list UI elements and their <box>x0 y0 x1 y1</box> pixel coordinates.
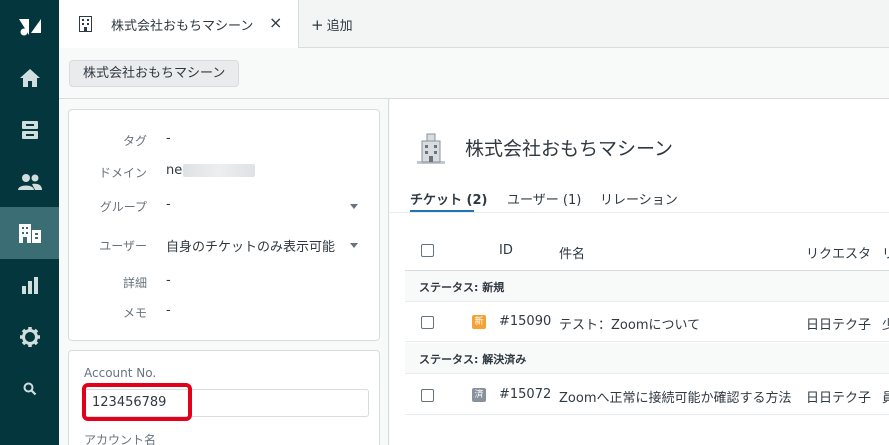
admin-gear-icon[interactable] <box>0 311 59 363</box>
tab-title: 株式会社おもちマシーン <box>111 19 254 34</box>
field-value: - <box>166 303 171 318</box>
ticket-requester: 日日テク子 <box>806 391 872 406</box>
organizations-icon[interactable] <box>0 207 59 259</box>
field-domain[interactable]: ドメイン ne <box>69 160 381 184</box>
plus-icon: + <box>311 16 324 34</box>
breadcrumb: 株式会社おもちマシーン <box>59 48 889 99</box>
table-row[interactable]: 済 #15072 Zoomへ正常に接続可能か確認する方法 日日テク子 員 <box>405 375 889 415</box>
field-tags[interactable]: タグ - <box>69 128 381 152</box>
domain-visible-text: ne <box>166 163 183 178</box>
field-value: ne <box>166 163 256 178</box>
column-requester[interactable]: リクエスタ <box>806 243 871 262</box>
group-label: ステータス: 新規 <box>419 281 505 294</box>
redacted-blur <box>183 164 256 177</box>
chevron-down-icon[interactable] <box>350 243 358 248</box>
table-header: ID 件名 リクエスタ リ <box>405 231 889 271</box>
organization-properties-panel: タグ - ドメイン ne グループ - ユーザー 自身のチケットのみ表示可能 詳… <box>59 99 389 445</box>
select-all-checkbox[interactable] <box>421 244 434 257</box>
views-icon[interactable] <box>0 104 59 156</box>
page-title: 株式会社おもちマシーン <box>465 138 674 160</box>
organization-main: 株式会社おもちマシーン チケット (2) ユーザー (1) リレーション ID … <box>390 99 889 445</box>
column-id[interactable]: ID <box>499 243 513 258</box>
field-value: - <box>166 273 171 288</box>
ticket-id: #15072 <box>499 387 552 402</box>
add-tab-label: 追加 <box>326 19 353 34</box>
field-label: タグ <box>122 134 147 148</box>
field-notes[interactable]: メモ - <box>69 300 381 324</box>
tab-organization[interactable]: 株式会社おもちマシーン × <box>59 0 299 48</box>
customers-icon[interactable] <box>0 156 59 208</box>
group-header-new: ステータス: 新規 <box>405 271 889 302</box>
field-value: - <box>166 131 171 146</box>
status-badge: 新 <box>472 315 486 329</box>
ticket-subject[interactable]: テスト：Zoomについて <box>559 314 700 333</box>
zendesk-logo[interactable] <box>0 0 59 52</box>
tabs-divider <box>390 212 889 213</box>
field-group[interactable]: グループ - <box>69 194 381 218</box>
ticket-subject[interactable]: Zoomへ正常に接続可能か確認する方法 <box>559 387 791 406</box>
add-tab-button[interactable]: + 追加 <box>311 15 353 34</box>
field-users[interactable]: ユーザー 自身のチケットのみ表示可能 <box>69 233 381 257</box>
left-nav <box>0 0 59 445</box>
tab-users[interactable]: ユーザー (1) <box>507 189 581 208</box>
org-fields-card: タグ - ドメイン ne グループ - ユーザー 自身のチケットのみ表示可能 詳… <box>68 109 380 341</box>
column-truncated[interactable]: リ <box>882 243 889 262</box>
field-details[interactable]: 詳細 - <box>69 270 381 294</box>
organization-avatar-icon <box>414 131 448 169</box>
close-icon[interactable]: × <box>269 13 282 32</box>
row-checkbox[interactable] <box>421 316 434 329</box>
field-value: - <box>166 197 171 212</box>
field-value: 自身のチケットのみ表示可能 <box>166 240 336 255</box>
ticket-requester: 日日テク子 <box>806 318 872 333</box>
row-checkbox[interactable] <box>421 389 434 402</box>
breadcrumb-organization-button[interactable]: 株式会社おもちマシーン <box>69 60 240 87</box>
field-label: グループ <box>99 200 147 214</box>
reporting-icon[interactable] <box>0 259 59 311</box>
home-icon[interactable] <box>0 52 59 104</box>
custom-fields-card: Account No. 123456789 アカウント名 <box>68 350 380 445</box>
field-label: ドメイン <box>98 166 147 180</box>
table-row[interactable]: 新 #15090 テスト：Zoomについて 日日テク子 少 <box>405 302 889 342</box>
group-header-solved: ステータス: 解決済み <box>405 343 889 374</box>
ticket-id: #15090 <box>499 314 552 329</box>
highlight-annotation-box <box>82 383 192 421</box>
ticket-extra: 少 <box>882 318 889 333</box>
account-no-label: Account No. <box>84 366 157 380</box>
tab-relations[interactable]: リレーション <box>600 189 678 208</box>
field-label: 詳細 <box>122 276 147 290</box>
building-icon <box>79 16 92 36</box>
tab-bar: 株式会社おもちマシーン × + 追加 <box>59 0 889 48</box>
field-label: メモ <box>122 306 147 320</box>
chevron-down-icon[interactable] <box>350 204 358 209</box>
search-icon[interactable] <box>0 363 59 415</box>
tab-tickets[interactable]: チケット (2) <box>410 189 487 208</box>
status-badge: 済 <box>472 388 486 402</box>
ticket-extra: 員 <box>882 391 889 406</box>
group-label: ステータス: 解決済み <box>419 353 527 366</box>
account-name-label: アカウント名 <box>84 433 157 445</box>
column-subject[interactable]: 件名 <box>559 243 585 262</box>
field-label: ユーザー <box>99 239 147 253</box>
